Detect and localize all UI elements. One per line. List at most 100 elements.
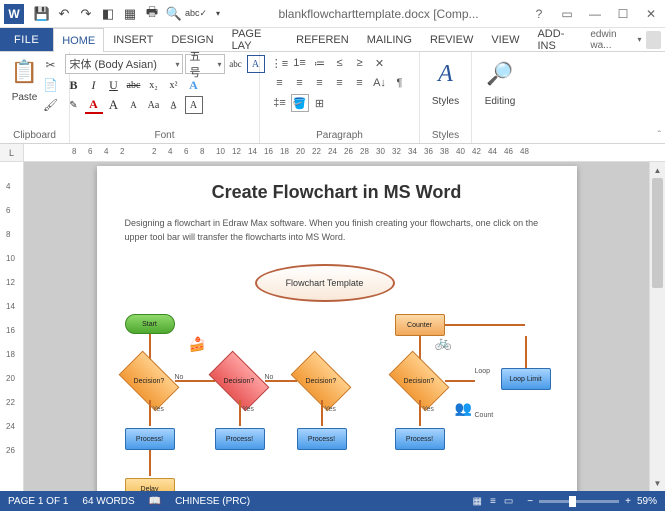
tab-view[interactable]: VIEW (482, 28, 528, 51)
zoom-level[interactable]: 59% (637, 496, 657, 507)
undo-icon[interactable]: ↶ (54, 4, 74, 24)
justify-icon[interactable]: ≡ (331, 74, 349, 92)
grow-font-icon[interactable]: A (105, 96, 123, 114)
tab-addins[interactable]: ADD-INS (528, 28, 586, 51)
vertical-scrollbar[interactable]: ▲ ▼ (649, 162, 665, 491)
word-count[interactable]: 64 WORDS (82, 496, 134, 507)
increase-indent-icon[interactable]: ≥ (351, 54, 369, 72)
align-right-icon[interactable]: ≡ (311, 74, 329, 92)
char-border-icon[interactable]: A (185, 96, 203, 114)
decrease-indent-icon[interactable]: ≤ (331, 54, 349, 72)
language[interactable]: CHINESE (PRC) (175, 496, 250, 507)
proofing-icon[interactable]: 📖 (149, 496, 161, 507)
tab-review[interactable]: REVIEW (421, 28, 482, 51)
print-layout-icon[interactable]: ≡ (490, 496, 496, 507)
format-painter-icon[interactable]: 🖌 (42, 96, 60, 114)
tab-page-layout[interactable]: PAGE LAY (223, 28, 288, 51)
line-spacing-icon[interactable]: ‡≡ (271, 94, 289, 112)
bullets-icon[interactable]: ⋮≡ (271, 54, 289, 72)
italic-button[interactable]: I (85, 76, 103, 94)
align-left-icon[interactable]: ≡ (271, 74, 289, 92)
clipart-icon: 🍰 (189, 336, 206, 353)
avatar (646, 31, 662, 49)
numbering-icon[interactable]: 1≡ (291, 54, 309, 72)
editing-button[interactable]: Editing (485, 96, 516, 107)
account-menu[interactable]: edwin wa... ▾ (586, 28, 665, 51)
scroll-down-icon[interactable]: ▼ (650, 475, 665, 491)
clear-formatting-icon[interactable]: abc (227, 55, 245, 73)
spellcheck-icon[interactable]: abc✓ (186, 4, 206, 24)
font-size-combo[interactable]: 五号 (185, 54, 225, 74)
shape-process: Process! (395, 428, 445, 450)
page: Create Flowchart in MS Word Designing a … (97, 166, 577, 491)
view-buttons: ▦ ≡ ▭ (473, 496, 514, 507)
window-title: blankflowcharttemplate.docx [Comp... (232, 7, 525, 21)
ribbon: 📋 Paste ✂ 📄 🖌 Clipboard 宋体 (Body Asian) … (0, 52, 665, 144)
show-marks-icon[interactable]: ¶ (391, 74, 409, 92)
ribbon-tabs: FILE HOME INSERT DESIGN PAGE LAY REFEREN… (0, 28, 665, 52)
web-layout-icon[interactable]: ▭ (504, 496, 513, 507)
tab-selector[interactable]: L (0, 144, 24, 161)
shape-counter: Counter (395, 314, 445, 336)
ruler-horizontal: L 86422468101214161820222426283032343638… (0, 144, 665, 162)
tab-mailings[interactable]: MAILING (358, 28, 421, 51)
paste-icon[interactable]: 📋 (10, 54, 40, 90)
phonetic-guide-icon[interactable]: A̲ (165, 96, 183, 114)
user-name: edwin wa... (590, 29, 633, 51)
styles-icon[interactable]: A (431, 54, 461, 94)
borders-icon[interactable]: ⊞ (311, 94, 329, 112)
qat-btn[interactable]: ◧ (98, 4, 118, 24)
page-number[interactable]: PAGE 1 OF 1 (8, 496, 68, 507)
superscript-button[interactable]: x² (165, 76, 183, 94)
copy-icon[interactable]: 📄 (42, 76, 60, 94)
page-canvas[interactable]: Create Flowchart in MS Word Designing a … (24, 162, 649, 491)
collapse-ribbon-icon[interactable]: ˆ (658, 130, 661, 141)
close-icon[interactable]: ✕ (637, 0, 665, 28)
strikethrough-button[interactable]: abc (125, 76, 143, 94)
highlight-icon[interactable]: ✎ (65, 96, 83, 114)
zoom-slider[interactable] (539, 500, 619, 503)
font-color-icon[interactable]: A (85, 96, 103, 114)
distributed-icon[interactable]: ≡ (351, 74, 369, 92)
print-icon[interactable]: 🖶 (142, 4, 162, 24)
scrollbar-thumb[interactable] (652, 178, 663, 288)
zoom-slider-thumb[interactable] (569, 496, 576, 507)
subscript-button[interactable]: x₂ (145, 76, 163, 94)
tab-file[interactable]: FILE (0, 28, 53, 51)
shape-delay: Delay (125, 478, 175, 491)
sort-icon[interactable]: A↓ (371, 74, 389, 92)
qat-btn[interactable]: 🔍 (164, 4, 184, 24)
qat-dropdown-icon[interactable]: ▾ (208, 4, 228, 24)
font-family-combo[interactable]: 宋体 (Body Asian) (65, 54, 183, 74)
shrink-font-icon[interactable]: A (125, 96, 143, 114)
qat-btn[interactable]: ▦ (120, 4, 140, 24)
zoom-in-button[interactable]: + (625, 496, 631, 507)
ribbon-options-icon[interactable]: ▭ (553, 0, 581, 28)
shading-icon[interactable]: 🪣 (291, 94, 309, 112)
binoculars-icon[interactable]: 🔎 (485, 54, 515, 94)
redo-icon[interactable]: ↷ (76, 4, 96, 24)
zoom-out-button[interactable]: − (527, 496, 533, 507)
save-icon[interactable]: 💾 (32, 4, 52, 24)
bold-button[interactable]: B (65, 76, 83, 94)
group-editing: 🔎 Editing (472, 52, 528, 143)
tab-references[interactable]: REFEREN (287, 28, 358, 51)
label-loop: Loop (475, 368, 491, 375)
help-icon[interactable]: ? (525, 0, 553, 28)
tab-insert[interactable]: INSERT (104, 28, 162, 51)
styles-button[interactable]: Styles (432, 96, 459, 107)
align-center-icon[interactable]: ≡ (291, 74, 309, 92)
underline-button[interactable]: U (105, 76, 123, 94)
read-mode-icon[interactable]: ▦ (473, 496, 482, 507)
minimize-icon[interactable]: — (581, 0, 609, 28)
maximize-icon[interactable]: ☐ (609, 0, 637, 28)
paste-button[interactable]: Paste (12, 92, 38, 103)
change-case-icon[interactable]: Aa (145, 96, 163, 114)
ruler-scale[interactable]: 8642246810121416182022242628303234363840… (24, 144, 665, 161)
ruler-vertical[interactable]: 468101214161820222426 (0, 162, 24, 491)
tab-home[interactable]: HOME (53, 28, 104, 52)
multilevel-icon[interactable]: ≔ (311, 54, 329, 72)
cut-icon[interactable]: ✂ (42, 56, 60, 74)
asian-layout-icon[interactable]: ✕ (371, 54, 389, 72)
scroll-up-icon[interactable]: ▲ (650, 162, 665, 178)
